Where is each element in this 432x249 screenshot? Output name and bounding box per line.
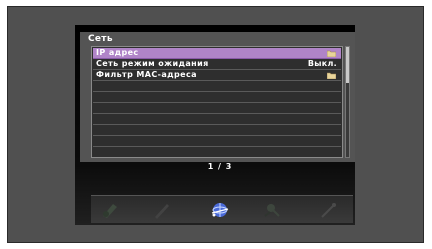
menu-item-value: Выкл. bbox=[307, 59, 337, 68]
menu-item-label: IP адрес bbox=[96, 48, 139, 57]
menu-row-empty bbox=[93, 147, 341, 158]
film-icon[interactable] bbox=[99, 200, 121, 220]
pen-icon[interactable] bbox=[151, 200, 173, 220]
folder-icon bbox=[327, 50, 336, 57]
category-dock bbox=[91, 195, 353, 223]
scrollbar[interactable] bbox=[345, 46, 350, 158]
wrench-icon[interactable] bbox=[317, 200, 339, 220]
menu-item-ip-address[interactable]: IP адрес bbox=[93, 48, 341, 59]
menu-row-empty bbox=[93, 103, 341, 114]
menu-item-network-standby[interactable]: Сеть режим ожидания Выкл. bbox=[93, 59, 341, 70]
folder-icon bbox=[327, 72, 336, 79]
panel-title: Сеть bbox=[88, 34, 113, 44]
tools-icon[interactable] bbox=[261, 200, 283, 220]
scrollbar-thumb[interactable] bbox=[346, 47, 349, 83]
menu-item-label: Фильтр МАС-адреса bbox=[96, 70, 197, 79]
settings-list: IP адрес Сеть режим ожидания Выкл. Фильт… bbox=[91, 46, 343, 158]
globe-network-icon[interactable] bbox=[209, 200, 231, 220]
menu-row-empty bbox=[93, 92, 341, 103]
menu-row-empty bbox=[93, 136, 341, 147]
menu-item-mac-filter[interactable]: Фильтр МАС-адреса bbox=[93, 70, 341, 81]
menu-row-empty bbox=[93, 81, 341, 92]
menu-row-empty bbox=[93, 114, 341, 125]
menu-row-empty bbox=[93, 125, 341, 136]
menu-item-label: Сеть режим ожидания bbox=[96, 59, 209, 68]
page-indicator: 1 / 3 bbox=[207, 162, 233, 171]
